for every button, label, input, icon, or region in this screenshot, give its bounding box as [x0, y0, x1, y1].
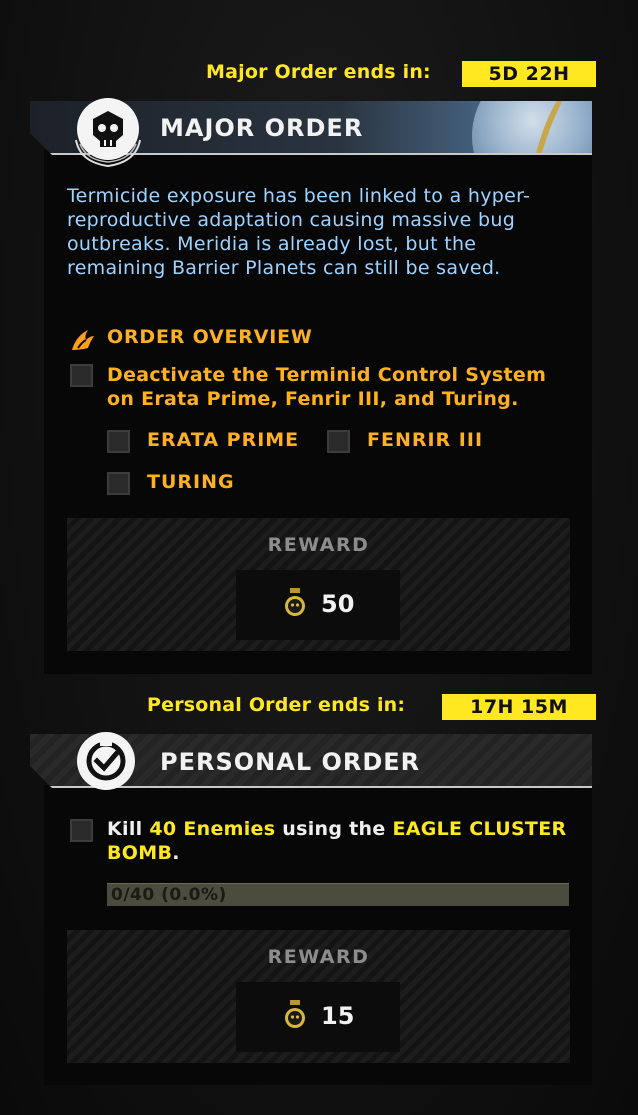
major-order-description: Termicide exposure has been linked to a …	[67, 185, 531, 279]
medal-icon	[285, 1000, 305, 1028]
personal-order-reward-value: 15	[321, 1002, 355, 1030]
personal-progress-bar: 0/40 (0.0%)	[107, 883, 569, 906]
order-overview-icon	[70, 326, 96, 352]
task-middle: using the	[275, 818, 393, 840]
task-prefix: Kill	[107, 818, 150, 840]
personal-task-text: Kill 40 Enemies using the EAGLE CLUSTER …	[107, 817, 577, 865]
task-suffix: .	[172, 842, 180, 864]
personal-order-title: PERSONAL ORDER	[160, 748, 421, 776]
planet-checkbox-erata-prime[interactable]	[107, 430, 130, 453]
personal-order-timer-value: 17H 15M	[442, 694, 596, 720]
personal-task-checkbox[interactable]	[70, 819, 93, 842]
objective-checkbox[interactable]	[70, 364, 93, 387]
major-order-reward-label: REWARD	[267, 534, 370, 556]
personal-order-reward-area: REWARD 15	[67, 930, 570, 1063]
planet-checkbox-fenrir-iii[interactable]	[327, 430, 350, 453]
major-order-timer-value: 5D 22H	[462, 61, 596, 87]
major-order-timer-label: Major Order ends in:	[206, 61, 431, 83]
skull-emblem-icon	[77, 98, 139, 160]
order-overview-label: ORDER OVERVIEW	[107, 326, 313, 348]
planet-label-erata-prime: ERATA PRIME	[147, 429, 300, 451]
task-count: 40 Enemies	[149, 818, 276, 840]
major-order-title: MAJOR ORDER	[160, 114, 364, 142]
personal-order-timer-label: Personal Order ends in:	[147, 694, 406, 716]
planet-checkbox-turing[interactable]	[107, 472, 130, 495]
major-order-reward-box: 50	[236, 570, 400, 640]
progress-text: 0/40 (0.0%)	[111, 885, 227, 905]
planet-label-turing: TURING	[147, 471, 235, 493]
major-order-reward-area: REWARD 50	[67, 518, 570, 651]
objective-text: Deactivate the Terminid Control System o…	[107, 364, 547, 410]
checkmark-emblem-icon	[77, 732, 135, 790]
medal-icon	[285, 588, 305, 616]
major-order-reward-value: 50	[321, 590, 355, 618]
personal-order-reward-box: 15	[236, 982, 400, 1052]
personal-order-reward-label: REWARD	[267, 946, 370, 968]
planet-label-fenrir-iii: FENRIR III	[367, 429, 484, 451]
